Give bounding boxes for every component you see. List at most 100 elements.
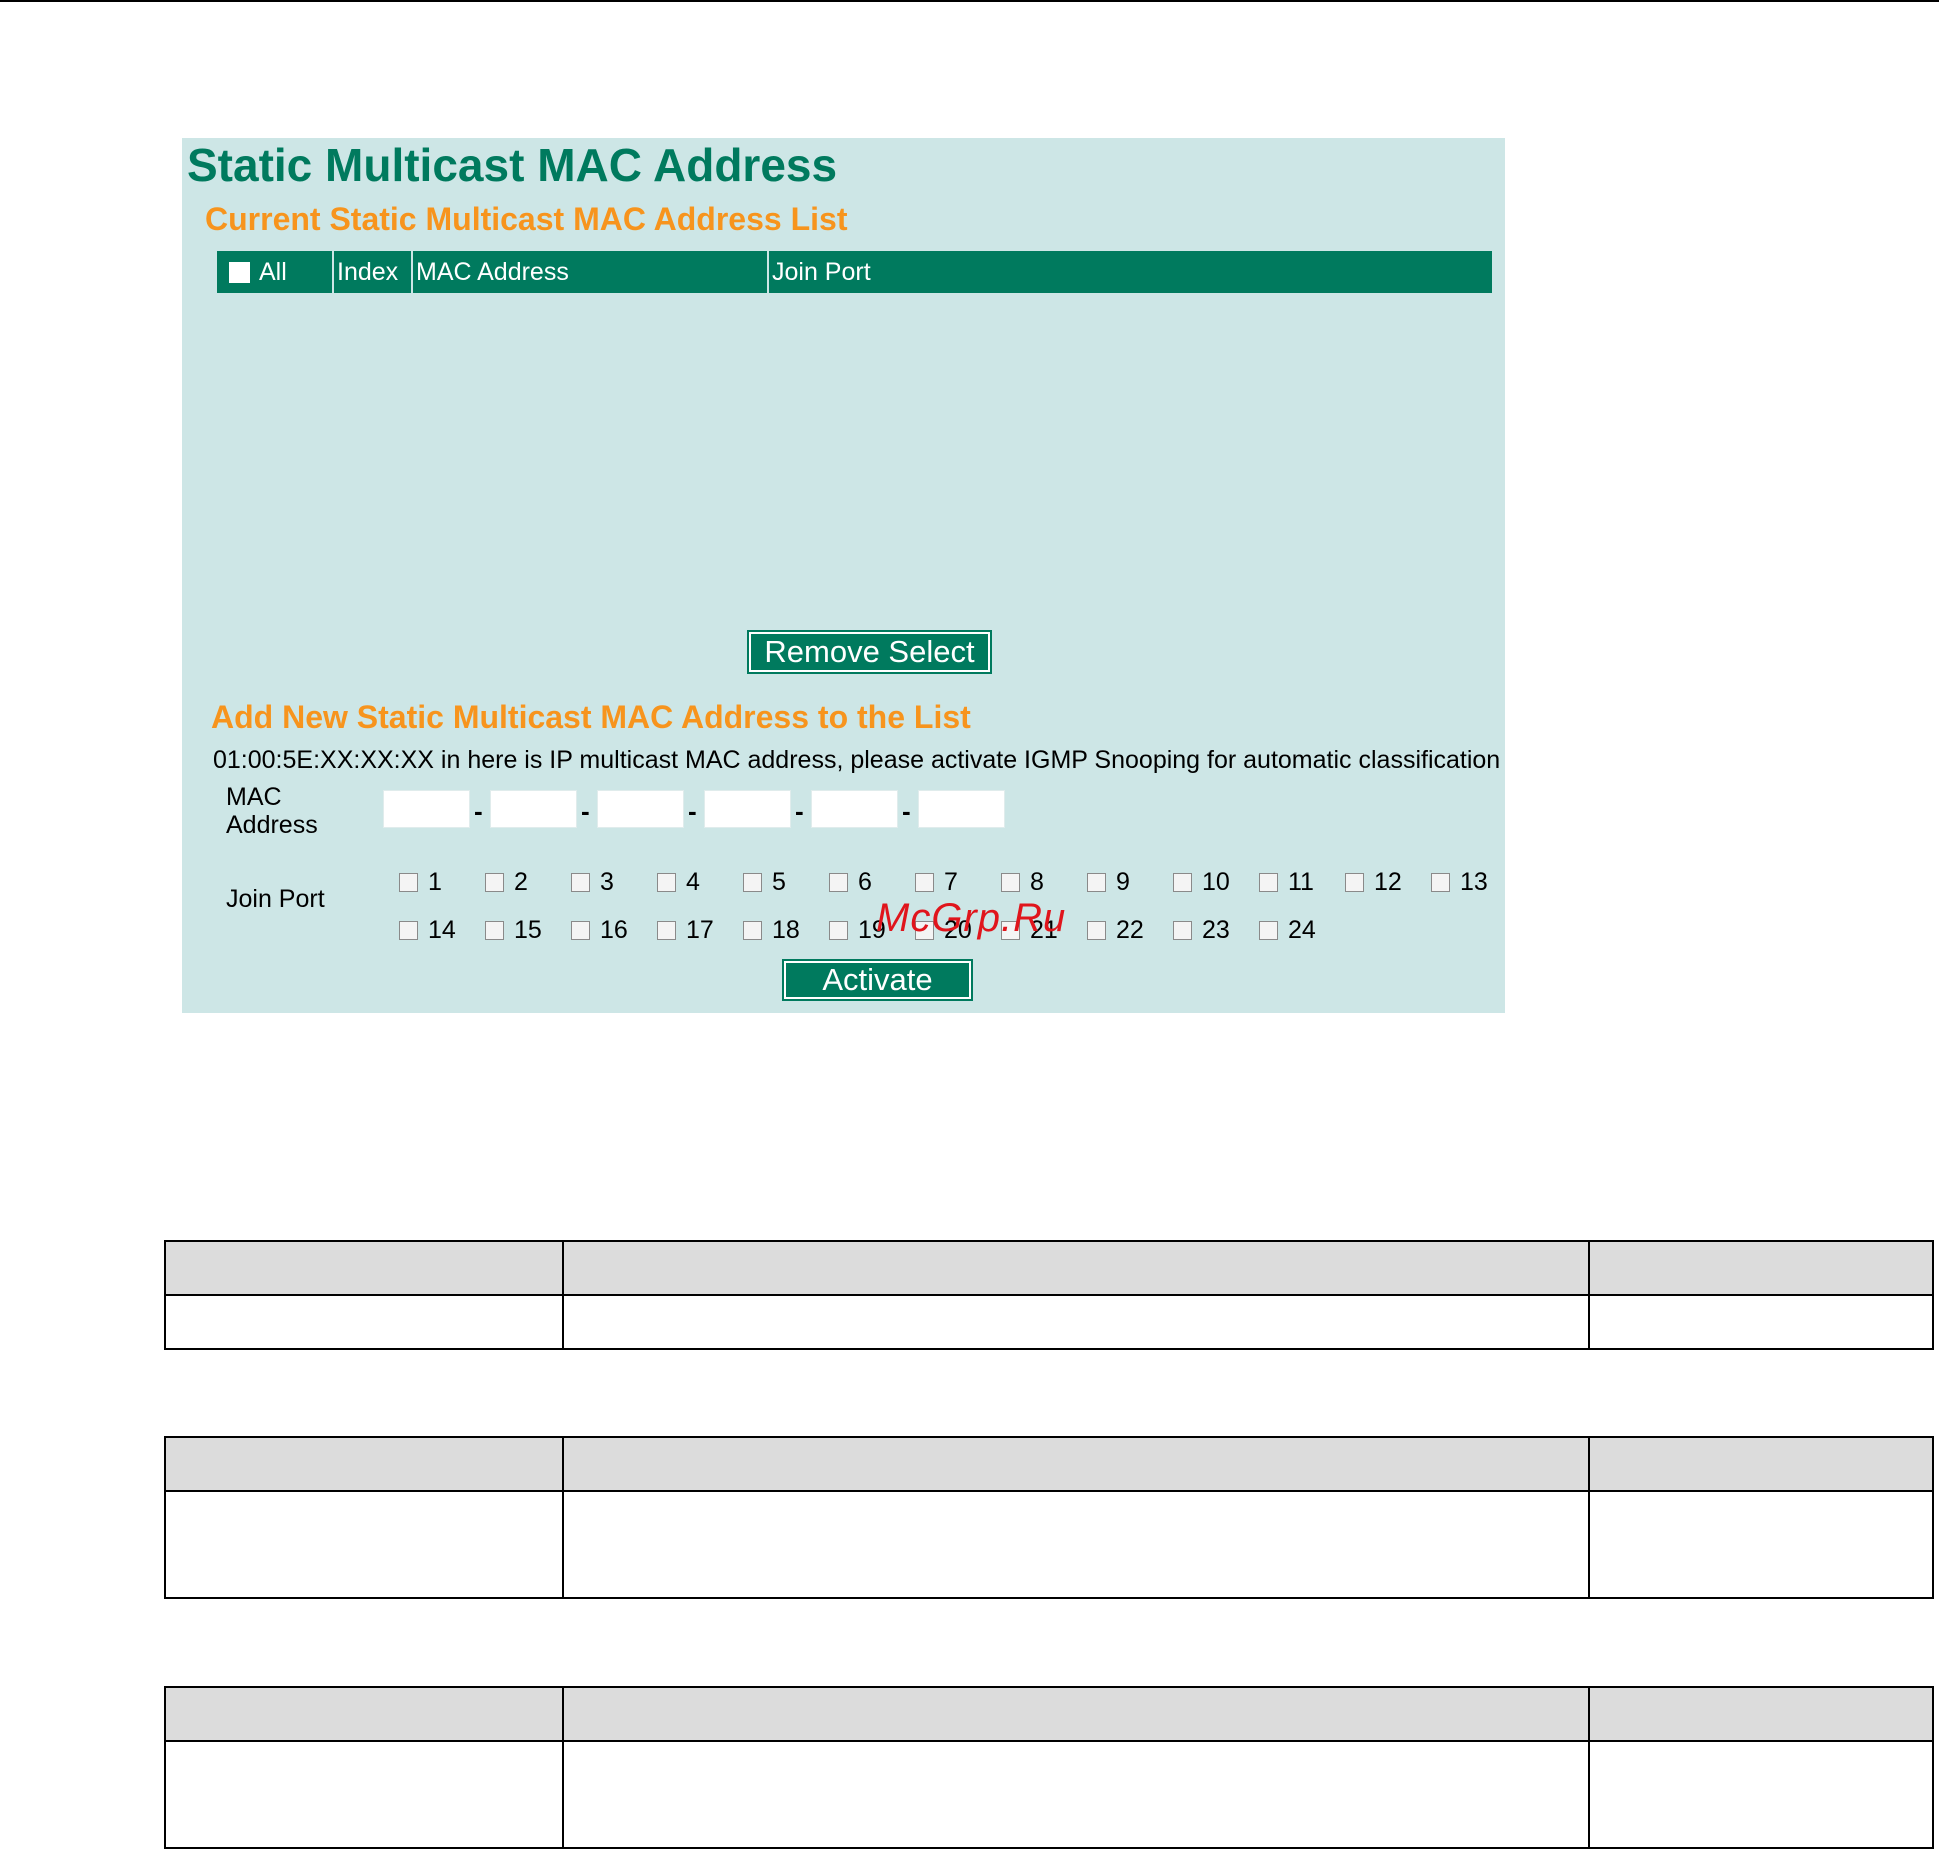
checkbox-box[interactable] (1259, 873, 1278, 892)
port-1-checkbox[interactable]: 1 (399, 868, 442, 897)
port-label: 24 (1288, 916, 1316, 944)
checkbox-box[interactable] (1259, 921, 1278, 940)
port-label: 15 (514, 916, 542, 944)
port-23-checkbox[interactable]: 23 (1173, 916, 1230, 945)
doc-table-2 (163, 1436, 1935, 1599)
checkbox-box[interactable] (485, 873, 504, 892)
port-11-checkbox[interactable]: 11 (1259, 868, 1314, 897)
activate-button[interactable]: Activate (782, 959, 973, 1001)
page-title: Static Multicast MAC Address (187, 139, 838, 191)
port-24-checkbox[interactable]: 24 (1259, 916, 1316, 945)
port-4-checkbox[interactable]: 4 (657, 868, 700, 897)
port-3-checkbox[interactable]: 3 (571, 868, 614, 897)
checkbox-box[interactable] (1173, 921, 1192, 940)
join-port-label: Join Port (226, 885, 325, 913)
table-cell (163, 1686, 565, 1742)
checkbox-box[interactable] (1087, 921, 1106, 940)
table-header-row (163, 1686, 1935, 1742)
mac-octet-2-input[interactable] (490, 790, 577, 828)
table-cell (1587, 1686, 1935, 1742)
mac-octet-3-input[interactable] (597, 790, 684, 828)
checkbox-box[interactable] (657, 921, 676, 940)
mac-separator: - (902, 796, 911, 826)
checkbox-box[interactable] (657, 873, 676, 892)
mac-label-line2: Address (226, 811, 318, 839)
port-22-checkbox[interactable]: 22 (1087, 916, 1144, 945)
port-label: 5 (772, 868, 786, 896)
table-header-row (163, 1240, 1935, 1296)
mac-octet-1-input[interactable] (383, 790, 470, 828)
current-list-title: Current Static Multicast MAC Address Lis… (205, 201, 848, 237)
table-row (163, 1294, 1935, 1350)
mac-separator: - (795, 796, 804, 826)
port-2-checkbox[interactable]: 2 (485, 868, 528, 897)
add-new-title: Add New Static Multicast MAC Address to … (211, 699, 971, 735)
remove-select-button[interactable]: Remove Select (747, 630, 992, 674)
port-label: 4 (686, 868, 700, 896)
checkbox-box[interactable] (1087, 873, 1106, 892)
checkbox-box[interactable] (485, 921, 504, 940)
mac-octet-6-input[interactable] (918, 790, 1005, 828)
port-7-checkbox[interactable]: 7 (915, 868, 958, 897)
port-10-checkbox[interactable]: 10 (1173, 868, 1230, 897)
checkbox-box[interactable] (399, 873, 418, 892)
port-16-checkbox[interactable]: 16 (571, 916, 628, 945)
checkbox-box[interactable] (1173, 873, 1192, 892)
table-cell (562, 1490, 1590, 1599)
table-cell (1587, 1240, 1935, 1296)
checkbox-box[interactable] (1345, 873, 1364, 892)
port-label: 6 (858, 868, 872, 896)
mac-separator: - (581, 796, 590, 826)
port-label: 8 (1030, 868, 1044, 896)
port-13-checkbox[interactable]: 13 (1431, 868, 1488, 897)
checkbox-box[interactable] (915, 873, 934, 892)
port-8-checkbox[interactable]: 8 (1001, 868, 1044, 897)
checkbox-box[interactable] (829, 921, 848, 940)
checkbox-box[interactable] (829, 873, 848, 892)
checkbox-box[interactable] (571, 921, 590, 940)
checkbox-box[interactable] (571, 873, 590, 892)
port-label: 1 (428, 868, 442, 896)
port-label: 18 (772, 916, 800, 944)
port-18-checkbox[interactable]: 18 (743, 916, 800, 945)
port-14-checkbox[interactable]: 14 (399, 916, 456, 945)
column-all[interactable]: All (217, 251, 334, 293)
port-12-checkbox[interactable]: 12 (1345, 868, 1402, 897)
mac-separator: - (474, 796, 483, 826)
port-6-checkbox[interactable]: 6 (829, 868, 872, 897)
port-5-checkbox[interactable]: 5 (743, 868, 786, 897)
port-label: 11 (1288, 868, 1314, 896)
table-cell (163, 1436, 565, 1492)
checkbox-box[interactable] (743, 873, 762, 892)
port-15-checkbox[interactable]: 15 (485, 916, 542, 945)
multicast-note: 01:00:5E:XX:XX:XX in here is IP multicas… (213, 746, 1501, 774)
checkbox-box[interactable] (1431, 873, 1450, 892)
select-all-checkbox[interactable] (229, 261, 250, 283)
checkbox-box[interactable] (399, 921, 418, 940)
table-cell (163, 1240, 565, 1296)
column-join-port: Join Port (772, 257, 871, 286)
mac-octet-4-input[interactable] (704, 790, 791, 828)
top-rule (0, 0, 1939, 2)
table-cell (562, 1294, 1590, 1350)
static-multicast-panel: Static Multicast MAC Address Current Sta… (182, 138, 1505, 1013)
port-label: 14 (428, 916, 456, 944)
doc-table-1 (163, 1240, 1935, 1350)
table-cell (562, 1240, 1590, 1296)
checkbox-box[interactable] (743, 921, 762, 940)
mac-separator: - (688, 796, 697, 826)
port-label: 22 (1116, 916, 1144, 944)
port-label: 3 (600, 868, 614, 896)
table-row (163, 1490, 1935, 1599)
table-cell (562, 1436, 1590, 1492)
checkbox-box[interactable] (1001, 873, 1020, 892)
port-label: 13 (1460, 868, 1488, 896)
port-17-checkbox[interactable]: 17 (657, 916, 714, 945)
port-9-checkbox[interactable]: 9 (1087, 868, 1130, 897)
table-cell (1587, 1490, 1935, 1599)
mac-octet-5-input[interactable] (811, 790, 898, 828)
column-all-label: All (259, 257, 287, 286)
port-label: 16 (600, 916, 628, 944)
watermark: McGrp.Ru (876, 896, 1067, 940)
table-cell (562, 1686, 1590, 1742)
